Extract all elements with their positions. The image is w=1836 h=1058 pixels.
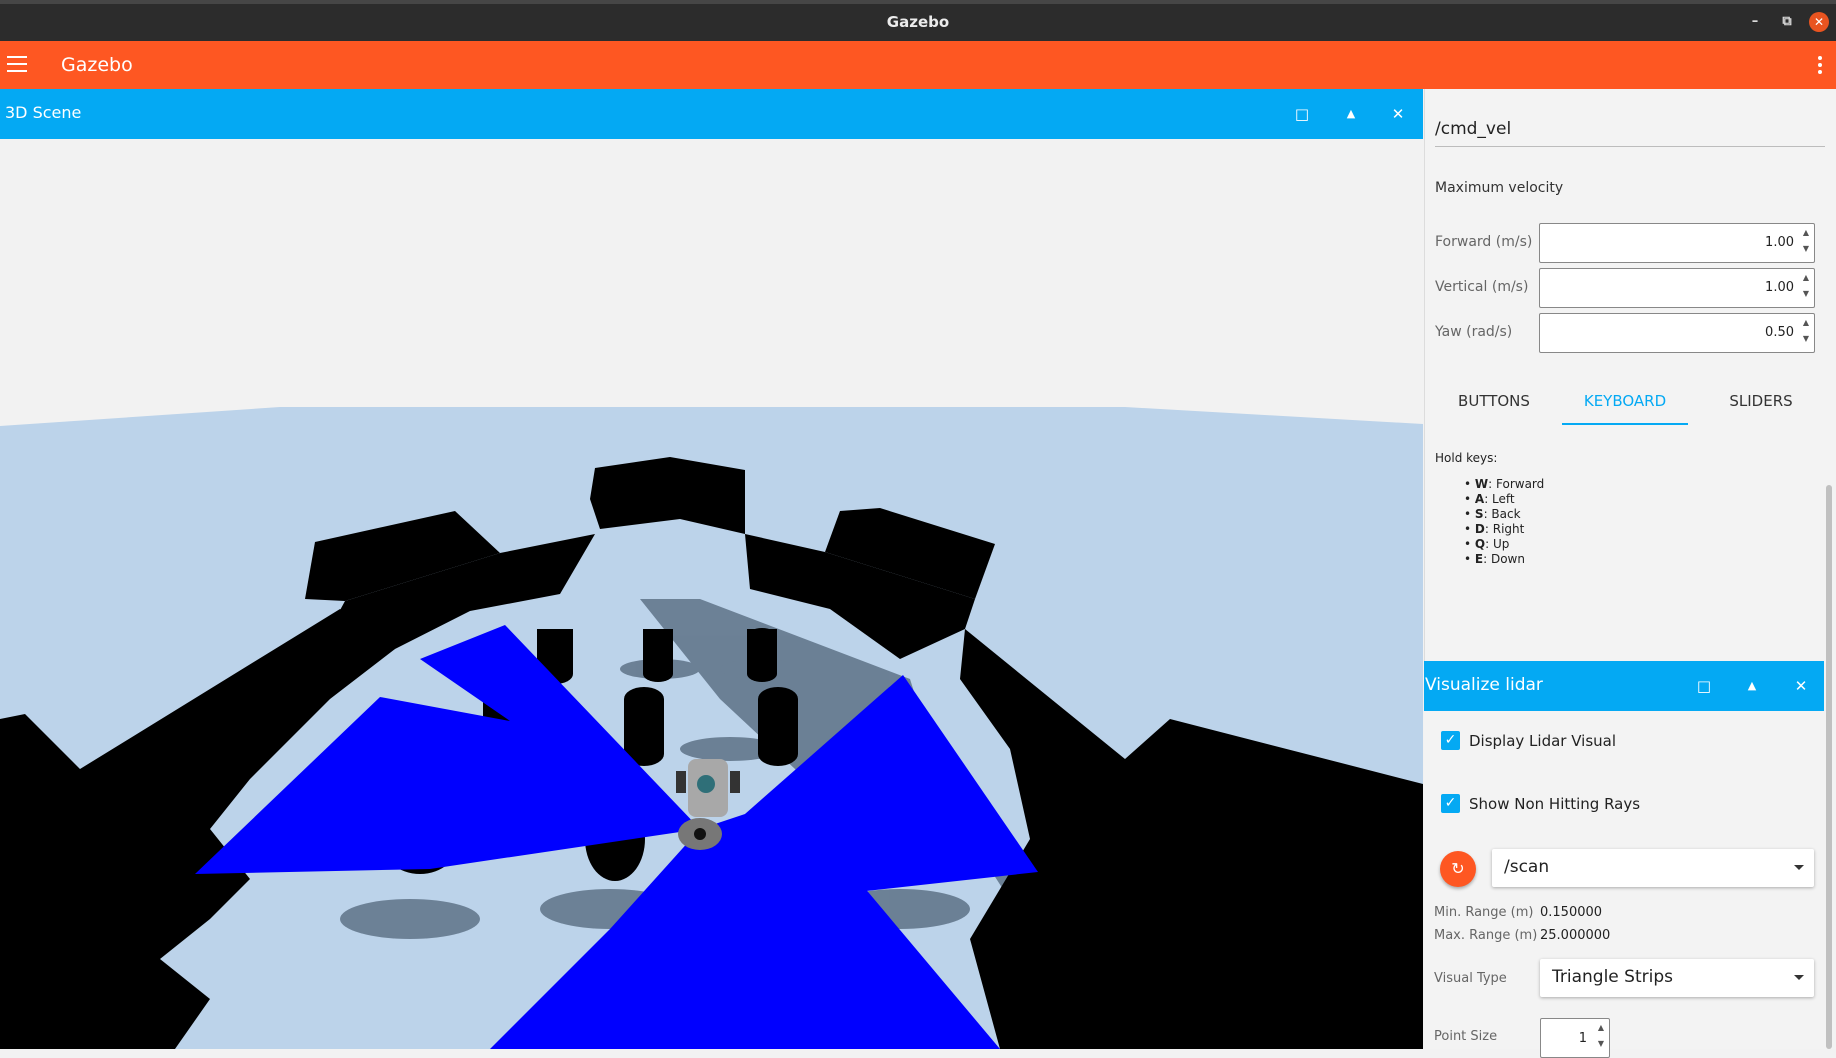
yaw-velocity-value: 0.50 <box>1765 325 1794 340</box>
topic-select[interactable]: /scan <box>1492 849 1814 887</box>
display-lidar-label: Display Lidar Visual <box>1469 732 1617 750</box>
vertical-velocity-value: 1.00 <box>1765 280 1794 295</box>
min-range-row: Min. Range (m) 0.150000 <box>1434 905 1602 920</box>
minimize-icon[interactable]: – <box>1745 12 1765 32</box>
scene-panel-header: 3D Scene □ ▲ ✕ <box>0 89 1423 139</box>
non-hitting-checkbox[interactable]: ✓ <box>1441 794 1460 813</box>
window-close-icon[interactable]: ✕ <box>1809 12 1829 32</box>
key-list: W: Forward A: Left S: Back D: Right Q: U… <box>1464 477 1544 567</box>
visual-type-value: Triangle Strips <box>1552 967 1673 987</box>
max-range-row: Max. Range (m) 25.000000 <box>1434 928 1610 943</box>
spin-down-icon[interactable]: ▼ <box>1801 244 1811 253</box>
list-item: S: Back <box>1464 507 1544 522</box>
menu-icon[interactable] <box>7 56 27 73</box>
scene-viewport[interactable] <box>0 139 1423 1049</box>
vertical-velocity-spinbox[interactable]: 1.00 ▲ ▼ <box>1539 268 1815 308</box>
spin-up-icon[interactable]: ▲ <box>1596 1023 1606 1032</box>
chevron-down-icon <box>1794 865 1804 870</box>
visual-type-label: Visual Type <box>1434 971 1507 986</box>
max-velocity-title: Maximum velocity <box>1435 180 1564 196</box>
list-item: W: Forward <box>1464 477 1544 492</box>
tab-sliders[interactable]: SLIDERS <box>1697 377 1825 425</box>
lidar-panel: ✓ Display Lidar Visual ✓ Show Non Hittin… <box>1424 711 1824 1058</box>
point-size-spinbox[interactable]: 1 ▲ ▼ <box>1540 1018 1610 1058</box>
yaw-velocity-spinbox[interactable]: 0.50 ▲ ▼ <box>1539 313 1815 353</box>
spin-down-icon[interactable]: ▼ <box>1596 1039 1606 1048</box>
visual-type-select[interactable]: Triangle Strips <box>1540 959 1814 997</box>
window-titlebar: Gazebo – ⧉ ✕ <box>0 0 1836 41</box>
max-range-value: 25.000000 <box>1540 928 1611 943</box>
more-options-icon[interactable] <box>1818 56 1824 76</box>
lidar-panel-title: Visualize lidar <box>1425 675 1543 695</box>
teleop-tabs: BUTTONS KEYBOARD SLIDERS <box>1425 377 1836 425</box>
maximize-icon[interactable]: □ <box>1291 103 1313 125</box>
vertical-velocity-label: Vertical (m/s) <box>1435 279 1529 295</box>
yaw-velocity-row: Yaw (rad/s) 0.50 ▲ ▼ <box>1435 313 1825 353</box>
point-size-value: 1 <box>1578 1031 1587 1046</box>
maximize-icon[interactable]: □ <box>1693 675 1715 697</box>
spin-up-icon[interactable]: ▲ <box>1801 273 1811 282</box>
list-item: E: Down <box>1464 552 1544 567</box>
point-size-label: Point Size <box>1434 1029 1498 1044</box>
lidar-panel-header: Visualize lidar □ ▲ ✕ <box>1424 661 1824 711</box>
spin-up-icon[interactable]: ▲ <box>1801 318 1811 327</box>
refresh-button[interactable]: ↻ <box>1440 851 1476 887</box>
min-range-label: Min. Range (m) <box>1434 905 1534 920</box>
forward-velocity-row: Forward (m/s) 1.00 ▲ ▼ <box>1435 223 1825 263</box>
list-item: A: Left <box>1464 492 1544 507</box>
forward-velocity-value: 1.00 <box>1765 235 1794 250</box>
max-range-label: Max. Range (m) <box>1434 928 1538 943</box>
restore-icon[interactable]: ⧉ <box>1777 12 1797 32</box>
min-range-value: 0.150000 <box>1540 905 1603 920</box>
forward-velocity-label: Forward (m/s) <box>1435 234 1533 250</box>
window-title: Gazebo <box>886 13 950 31</box>
refresh-icon: ↻ <box>1451 859 1465 878</box>
collapse-icon[interactable]: ▲ <box>1340 103 1362 125</box>
spin-down-icon[interactable]: ▼ <box>1801 289 1811 298</box>
panel-scrollbar[interactable] <box>1826 485 1832 1049</box>
scene-panel-title: 3D Scene <box>5 103 82 122</box>
forward-velocity-spinbox[interactable]: 1.00 ▲ ▼ <box>1539 223 1815 263</box>
yaw-velocity-label: Yaw (rad/s) <box>1435 324 1513 340</box>
vertical-velocity-row: Vertical (m/s) 1.00 ▲ ▼ <box>1435 268 1825 308</box>
display-lidar-checkbox[interactable]: ✓ <box>1441 731 1460 750</box>
close-panel-icon[interactable]: ✕ <box>1790 675 1812 697</box>
app-bar: Gazebo <box>0 41 1836 89</box>
app-title: Gazebo <box>61 54 133 76</box>
chevron-down-icon <box>1794 975 1804 980</box>
collapse-icon[interactable]: ▲ <box>1741 675 1763 697</box>
tab-keyboard[interactable]: KEYBOARD <box>1562 377 1688 425</box>
non-hitting-label: Show Non Hitting Rays <box>1469 795 1641 813</box>
list-item: Q: Up <box>1464 537 1544 552</box>
close-panel-icon[interactable]: ✕ <box>1387 103 1409 125</box>
hold-keys-title: Hold keys: <box>1435 451 1498 465</box>
spin-up-icon[interactable]: ▲ <box>1801 228 1811 237</box>
spin-down-icon[interactable]: ▼ <box>1801 334 1811 343</box>
topic-input[interactable]: /cmd_vel <box>1435 119 1825 147</box>
topic-select-value: /scan <box>1504 857 1550 877</box>
tab-buttons[interactable]: BUTTONS <box>1435 377 1553 425</box>
list-item: D: Right <box>1464 522 1544 537</box>
